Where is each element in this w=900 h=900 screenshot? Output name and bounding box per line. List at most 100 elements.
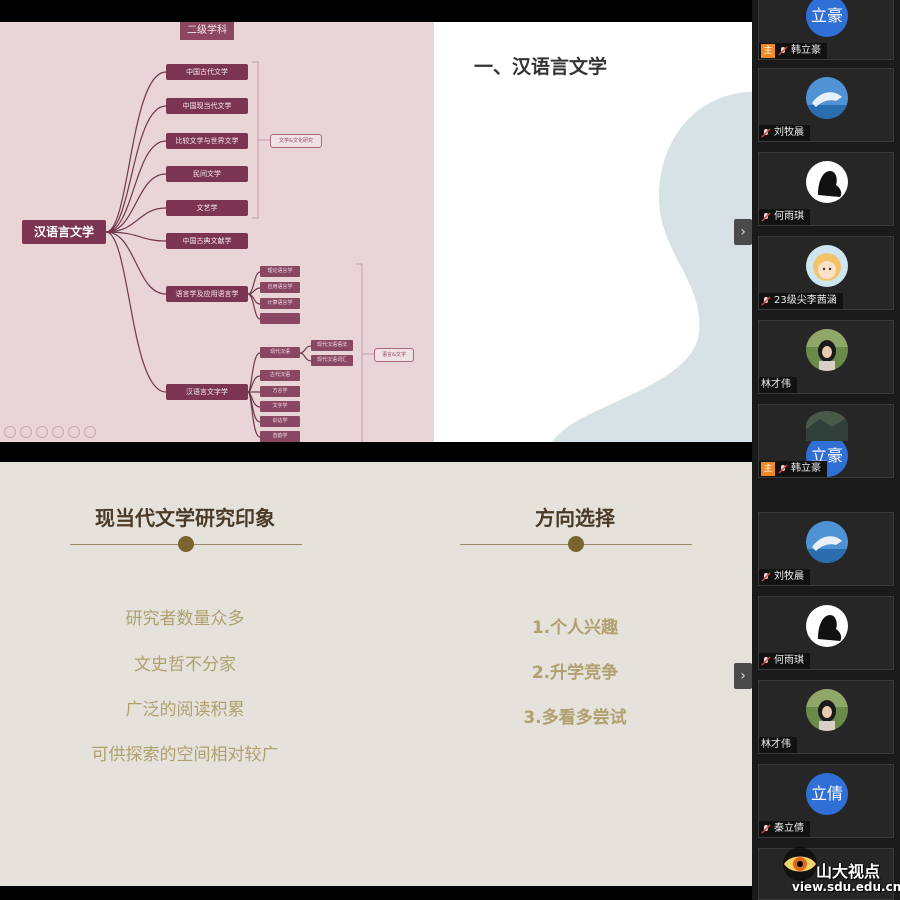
name-tag: 何雨琪	[759, 653, 810, 669]
photo-avatar-icon	[806, 689, 848, 731]
mindmap-root-node: 汉语言文学	[22, 220, 106, 244]
mindmap-panel: 二级学科 汉语言文学 中国古代文学 中国现当代文学 比较文学与世界文学 民间文学…	[0, 22, 434, 442]
brand-url: view.sdu.edu.cn	[792, 880, 900, 894]
photo-avatar-icon	[806, 411, 848, 441]
mindmap-leaf: 古代汉语	[260, 370, 300, 381]
name-tag: 何雨琪	[759, 209, 810, 225]
fit-icon[interactable]	[36, 426, 48, 438]
mindmap-leaf: 音韵学	[260, 431, 300, 442]
name-tag: 林才伟	[759, 737, 797, 753]
divider-dot-icon	[568, 536, 584, 552]
mic-muted-icon	[761, 656, 771, 666]
mic-muted-icon	[761, 572, 771, 582]
participant-name: 林才伟	[761, 739, 791, 750]
brand-watermark: 山大视点 view.sdu.edu.cn	[780, 840, 900, 900]
impression-item: 文史哲不分家	[134, 655, 236, 675]
participant-name: 韩立豪	[791, 463, 821, 474]
mic-muted-icon	[761, 824, 771, 834]
fullscreen-icon[interactable]	[68, 426, 80, 438]
mindmap-branch: 比较文学与世界文学	[166, 133, 248, 149]
mindmap-leaf: 现代汉语词汇	[311, 355, 353, 366]
avatar: 立倩	[806, 773, 848, 815]
mindmap-branch: 汉语言文字学	[166, 384, 248, 400]
divider-dot-icon	[178, 536, 194, 552]
silhouette-avatar-icon	[806, 605, 848, 647]
brand-name: 山大视点	[816, 862, 881, 881]
participant-tile[interactable]: 林才伟	[758, 680, 894, 754]
participant-tile[interactable]: 刘牧晨	[758, 68, 894, 142]
mic-muted-icon	[778, 46, 788, 56]
impression-item: 可供探索的空间相对较广	[91, 745, 279, 765]
zoom-out-icon[interactable]	[4, 426, 16, 438]
mindmap-leaf: 应用语言学	[260, 282, 300, 293]
mindmap-leaf: 理论语言学	[260, 266, 300, 277]
participant-tile[interactable]: 刘牧晨	[758, 512, 894, 586]
participant-name: 林才伟	[761, 379, 791, 390]
mic-muted-icon	[761, 212, 771, 222]
more-icon[interactable]	[84, 426, 96, 438]
mindmap-leaf: 方言学	[260, 386, 300, 397]
shared-slide-bottom: 现当代文学研究印象 研究者数量众多 文史哲不分家 广泛的阅读积累 可供探索的空间…	[0, 462, 752, 886]
mindmap-branch: 语言学及应用语言学	[166, 286, 248, 302]
next-arrow-button[interactable]: ›	[734, 663, 752, 689]
direction-item: 2.升学竞争	[531, 663, 619, 683]
participant-tile[interactable]: 23级尖李茜涵	[758, 236, 894, 310]
mindmap-leaf: 文字学	[260, 401, 300, 412]
whale-avatar-icon	[806, 521, 848, 563]
mindmap-branch: 文艺学	[166, 200, 248, 216]
zoom-in-icon[interactable]	[20, 426, 32, 438]
host-icon: 主	[761, 44, 775, 58]
slide-heading: 一、汉语言文学	[474, 56, 608, 78]
mindmap-leaf: 现代汉语语法	[311, 340, 353, 351]
mindmap-note: 文学&文化研究	[270, 134, 322, 148]
participant-name: 韩立豪	[791, 45, 821, 56]
participant-name: 何雨琪	[774, 655, 804, 666]
mic-muted-icon	[761, 128, 771, 138]
participant-tile[interactable]: 林才伟	[758, 320, 894, 394]
participant-panel: 立豪 主 韩立豪 刘牧晨 何雨琪 23级尖李茜涵 林才伟 立豪 主 韩立豪 刘牧…	[752, 0, 900, 900]
direction-item: 3.多看多尝试	[523, 708, 627, 728]
direction-title: 方向选择	[535, 506, 615, 530]
whale-avatar-icon	[806, 77, 848, 119]
participant-name: 刘牧晨	[774, 571, 804, 582]
mindmap-branch: 中国古代文学	[166, 64, 248, 80]
mindmap-leaf: 训诂学	[260, 416, 300, 427]
name-tag: 林才伟	[759, 377, 797, 393]
decorative-blob-icon	[552, 92, 752, 442]
avatar: 立豪	[806, 0, 848, 37]
participant-tile[interactable]: 立倩 秦立倩	[758, 764, 894, 838]
participant-name: 秦立倩	[774, 823, 804, 834]
host-icon: 主	[761, 462, 775, 476]
silhouette-avatar-icon	[806, 161, 848, 203]
mindmap-leaf-empty	[260, 313, 300, 324]
name-tag: 23级尖李茜涵	[759, 293, 843, 309]
participant-tile[interactable]: 立豪 主 韩立豪	[758, 0, 894, 60]
participant-tile[interactable]: 立豪 主 韩立豪	[758, 404, 894, 478]
mindmap-note: 语言&文字	[374, 348, 414, 362]
next-arrow-button[interactable]: ›	[734, 219, 752, 245]
name-tag: 刘牧晨	[759, 569, 810, 585]
impression-item: 研究者数量众多	[125, 609, 245, 629]
participant-tile[interactable]: 何雨琪	[758, 596, 894, 670]
name-tag: 秦立倩	[759, 821, 810, 837]
mindmap-branch: 民间文学	[166, 166, 248, 182]
mindmap-branch: 中国古典文献学	[166, 233, 248, 249]
mic-muted-icon	[761, 296, 771, 306]
participant-name: 刘牧晨	[774, 127, 804, 138]
center-icon[interactable]	[52, 426, 64, 438]
participant-tile[interactable]: 何雨琪	[758, 152, 894, 226]
impression-item: 广泛的阅读积累	[125, 700, 245, 720]
photo-avatar-icon	[806, 329, 848, 371]
mic-muted-icon	[778, 464, 788, 474]
name-tag: 刘牧晨	[759, 125, 810, 141]
mindmap-leaf: 计算语言学	[260, 298, 300, 309]
mindmap-top-label: 二级学科	[180, 22, 234, 40]
direction-item: 1.个人兴趣	[531, 618, 619, 638]
name-tag: 主 韩立豪	[759, 461, 827, 477]
slide-right-pane: 一、汉语言文学	[434, 22, 752, 442]
mindmap-leaf: 现代汉语	[260, 347, 300, 358]
cartoon-girl-avatar-icon	[806, 245, 848, 287]
impression-title: 现当代文学研究印象	[95, 506, 275, 530]
name-tag: 主 韩立豪	[759, 43, 827, 59]
mindmap-toolbar	[4, 426, 96, 438]
